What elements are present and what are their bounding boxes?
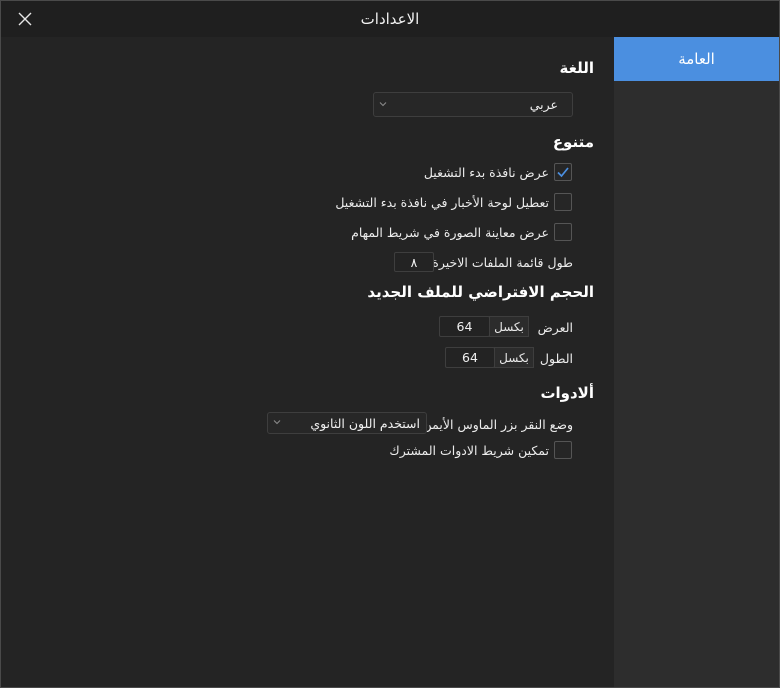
height-unit: بكسل [494,347,534,368]
disable-news-panel-label: تعطيل لوحة الأخبار في نافذة بدء التشغيل [335,195,549,210]
right-click-mode-label: وضع النقر بزر الماوس الأيمن [422,417,573,432]
recent-files-input[interactable]: ٨ [394,252,434,272]
close-icon [18,12,32,26]
settings-window: الاعدادات العامة اللغة عربي متنوع عرض نا [0,0,780,688]
right-click-mode-dropdown[interactable]: استخدم اللون الثانوي [267,412,427,434]
section-tools-heading: ألادوات [540,384,594,402]
chevron-down-icon [379,101,387,106]
language-dropdown-value: عربي [529,97,558,112]
checkmark-icon [557,167,569,178]
section-misc-heading: متنوع [552,133,594,151]
close-button[interactable] [15,9,35,29]
recent-files-label: طول قائمة الملفات الاخيرة [432,255,573,270]
right-click-mode-value: استخدم اللون الثانوي [310,415,420,431]
shared-toolbar-label: تمكين شريط الادوات المشترك [389,443,549,458]
settings-content: اللغة عربي متنوع عرض نافذة بدء التشغيل ت… [1,37,614,687]
sidebar: العامة [614,37,779,687]
section-language-heading: اللغة [559,59,594,77]
width-unit: بكسل [489,316,529,337]
sidebar-item-general[interactable]: العامة [614,37,779,81]
taskbar-preview-label: عرض معاينة الصورة في شريط المهام [351,225,549,240]
language-dropdown[interactable]: عربي [373,92,573,117]
show-startup-window-checkbox[interactable] [554,163,572,181]
sidebar-item-label: العامة [678,50,715,68]
width-input[interactable]: 64 [439,316,490,337]
show-startup-window-label: عرض نافذة بدء التشغيل [423,165,549,180]
shared-toolbar-checkbox[interactable] [554,441,572,459]
height-input[interactable]: 64 [445,347,495,368]
width-label: العرض [537,320,573,335]
chevron-down-icon [273,420,281,425]
disable-news-panel-checkbox[interactable] [554,193,572,211]
section-default-size-heading: الحجم الافتراضي للملف الجديد [367,283,594,301]
height-label: الطول [539,351,573,366]
taskbar-preview-checkbox[interactable] [554,223,572,241]
title-bar: الاعدادات [1,1,779,37]
window-title: الاعدادات [360,10,420,28]
